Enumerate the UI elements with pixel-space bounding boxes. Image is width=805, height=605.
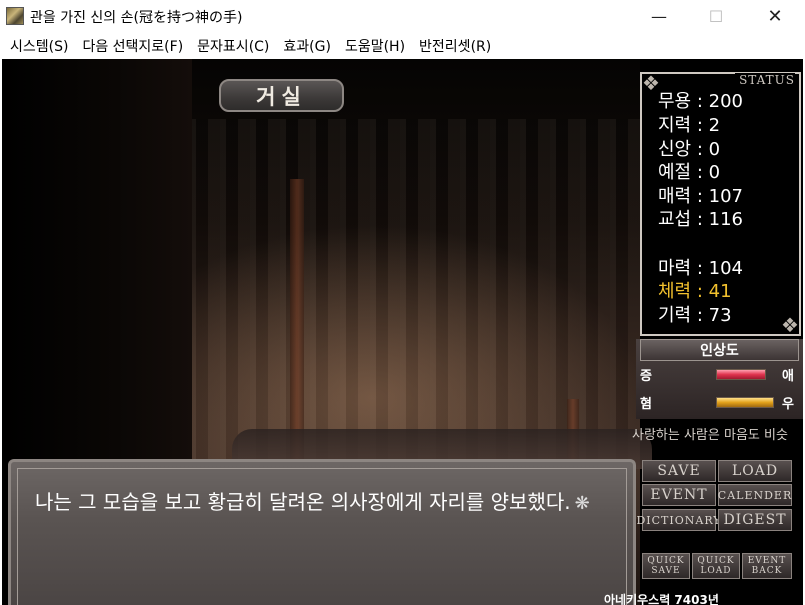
stat-intellect: 지력 : 2 <box>658 115 721 136</box>
stat-etiquette: 예절 : 0 <box>658 162 721 183</box>
app-icon <box>6 7 24 25</box>
dialogue-box[interactable]: 나는 그 모습을 보고 황급히 달려온 의사장에게 자리를 양보했다. ❋ <box>8 459 636 605</box>
close-button[interactable]: ✕ <box>752 0 798 33</box>
location-label: 거실 <box>219 79 344 112</box>
hate-label: 증 <box>640 369 652 384</box>
menu-next-choice[interactable]: 다음 선택지로(F) <box>76 36 189 56</box>
quick-load-button[interactable]: QUICK LOAD <box>692 553 740 579</box>
ornament-icon: ❖ <box>781 313 799 337</box>
impression-title-bar: 인상도 <box>640 339 799 361</box>
calender-button[interactable]: CALENDER <box>718 484 792 506</box>
event-button[interactable]: EVENT <box>642 484 716 506</box>
title-bar: 관을 가진 신의 손(冠を持つ神の手) — ☐ ✕ <box>0 0 805 33</box>
minimize-button[interactable]: — <box>636 0 682 33</box>
maximize-button[interactable]: ☐ <box>693 0 739 33</box>
window-title: 관을 가진 신의 손(冠を持つ神の手) <box>30 10 243 26</box>
menu-reverse-reset[interactable]: 반전리셋(R) <box>413 36 497 56</box>
love-label: 애 <box>782 369 794 384</box>
save-button[interactable]: SAVE <box>642 460 716 482</box>
game-screen[interactable]: 거실 ❖ ❖ STATUS 무용 : 200 지력 : 2 신앙 : 0 예절 … <box>2 59 803 605</box>
stat-martial: 무용 : 200 <box>658 91 743 112</box>
quick-save-button[interactable]: QUICK SAVE <box>642 553 690 579</box>
proverb-ticker: 사랑하는 사람은 마음도 비슷 <box>632 428 788 442</box>
stat-negotiation: 교섭 : 116 <box>658 209 743 230</box>
load-button[interactable]: LOAD <box>718 460 792 482</box>
event-back-button[interactable]: EVENT BACK <box>742 553 792 579</box>
dislike-label: 혐 <box>640 397 652 412</box>
stat-energy: 기력 : 73 <box>658 305 732 326</box>
menu-system[interactable]: 시스템(S) <box>4 36 74 56</box>
next-page-icon: ❋ <box>574 493 590 514</box>
dictionary-button[interactable]: DICTIONARY <box>636 509 721 531</box>
menu-help[interactable]: 도움말(H) <box>339 36 411 56</box>
stat-stamina: 체력 : 41 <box>658 281 732 302</box>
friendship-gauge <box>716 397 774 408</box>
status-panel: ❖ ❖ STATUS 무용 : 200 지력 : 2 신앙 : 0 예절 : 0… <box>640 72 801 336</box>
impression-panel: 인상도 증 애 혐 우 <box>636 339 803 419</box>
digest-button[interactable]: DIGEST <box>718 509 792 531</box>
menu-text-display[interactable]: 문자표시(C) <box>191 36 275 56</box>
menu-bar: 시스템(S) 다음 선택지로(F) 문자표시(C) 효과(G) 도움말(H) 반… <box>0 33 805 59</box>
love-gauge <box>716 369 766 380</box>
impression-title: 인상도 <box>700 343 739 359</box>
friendship-label: 우 <box>782 397 794 412</box>
menu-effects[interactable]: 효과(G) <box>277 36 337 56</box>
status-title: STATUS <box>735 73 795 87</box>
game-date: 아네키우스력 7403년 <box>604 593 719 605</box>
dialogue-text: 나는 그 모습을 보고 황급히 달려온 의사장에게 자리를 양보했다. ❋ <box>35 488 625 518</box>
